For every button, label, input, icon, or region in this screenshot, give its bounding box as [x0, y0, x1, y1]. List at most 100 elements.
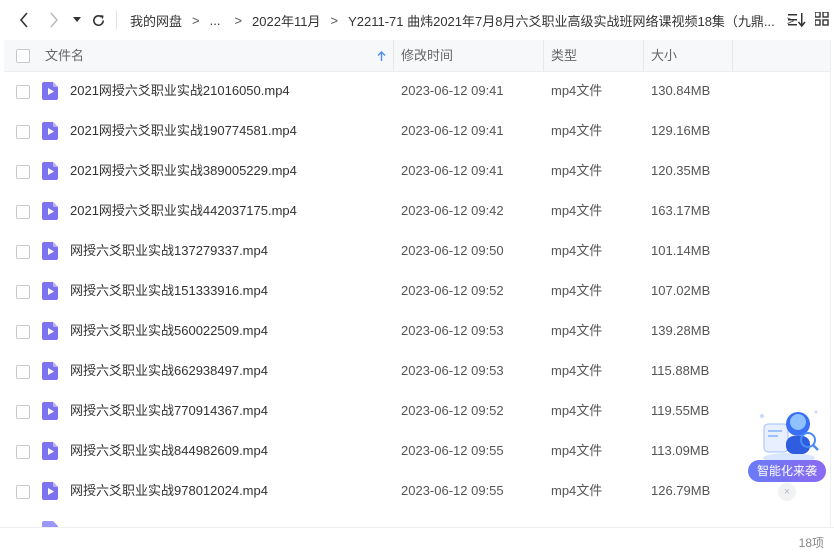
file-size: 120.35MB	[651, 163, 711, 178]
file-size: 101.14MB	[651, 243, 711, 258]
file-type: mp4文件	[551, 363, 603, 378]
row-checkbox[interactable]	[16, 245, 30, 259]
file-size: 107.02MB	[651, 283, 711, 298]
chevron-right-icon	[50, 12, 59, 28]
row-checkbox[interactable]	[16, 365, 30, 379]
file-size: 129.16MB	[651, 123, 711, 138]
file-type: mp4文件	[551, 163, 603, 178]
file-modified-time: 2023-06-12 09:41	[401, 83, 504, 98]
video-file-icon	[42, 402, 59, 420]
row-checkbox[interactable]	[16, 285, 30, 299]
breadcrumb-separator: >	[330, 12, 339, 28]
file-modified-time: 2023-06-12 09:53	[401, 323, 504, 338]
table-row[interactable]: 网授六爻职业实战978012024.mp4 2023-06-12 09:55 mp4…	[4, 471, 830, 511]
file-type: mp4文件	[551, 203, 603, 218]
row-checkbox[interactable]	[16, 445, 30, 459]
breadcrumb-item-current-folder[interactable]: Y2211-71 曲炜2021年7月8月六爻职业高级实战班网络课视频18集（九鼎…	[348, 11, 775, 30]
scrollbar-track[interactable]	[830, 40, 831, 527]
file-name[interactable]: 网授六爻职业实战662938497.mp4	[70, 351, 268, 391]
column-divider[interactable]	[732, 40, 733, 71]
breadcrumb-item-root[interactable]: 我的网盘	[130, 11, 182, 30]
assistant-close-button[interactable]: ×	[778, 483, 796, 501]
file-type: mp4文件	[551, 123, 603, 138]
smart-assistant-widget[interactable]: 智能化来袭 ×	[748, 402, 828, 502]
row-checkbox[interactable]	[16, 325, 30, 339]
file-name[interactable]: 2021网授六爻职业实战442037175.mp4	[70, 191, 297, 231]
video-file-icon	[42, 202, 59, 220]
file-size: 139.28MB	[651, 323, 711, 338]
file-size: 163.17MB	[651, 203, 711, 218]
video-file-icon	[42, 122, 59, 140]
breadcrumb-item-month[interactable]: 2022年11月	[252, 11, 320, 30]
table-row[interactable]: 网授六爻职业实战662938497.mp4 2023-06-12 09:53 mp4…	[4, 351, 830, 391]
history-dropdown-button[interactable]	[71, 10, 83, 30]
table-row[interactable]: 网授六爻职业实战151333916.mp4 2023-06-12 09:52 mp4…	[4, 271, 830, 311]
select-all-checkbox[interactable]	[16, 49, 30, 63]
table-row[interactable]: 2021网授六爻职业实战389005229.mp4 2023-06-12 09:4…	[4, 151, 830, 191]
table-row[interactable]: 2021网授六爻职业实战190774581.mp4 2023-06-12 09:4…	[4, 111, 830, 151]
column-header-modified[interactable]: 修改时间	[401, 40, 453, 71]
grid-view-button[interactable]	[814, 11, 829, 31]
table-row[interactable]: 网授六爻职业实战844982609.mp4 2023-06-12 09:55 mp4…	[4, 431, 830, 471]
file-size: 126.79MB	[651, 483, 711, 498]
video-file-icon	[42, 442, 59, 460]
file-name[interactable]: 网授六爻职业实战560022509.mp4	[70, 311, 268, 351]
file-name[interactable]: 网授六爻职业实战844982609.mp4	[70, 431, 268, 471]
row-checkbox[interactable]	[16, 485, 30, 499]
assistant-label[interactable]: 智能化来袭	[748, 460, 826, 482]
row-checkbox[interactable]	[16, 85, 30, 99]
file-modified-time: 2023-06-12 09:52	[401, 283, 504, 298]
sort-ascending-arrow-icon[interactable]	[377, 51, 386, 62]
row-checkbox[interactable]	[16, 405, 30, 419]
column-header-size[interactable]: 大小	[651, 40, 677, 71]
file-name[interactable]: 2021网授六爻职业实战190774581.mp4	[70, 111, 297, 151]
back-button[interactable]	[16, 10, 32, 30]
video-file-icon	[42, 282, 59, 300]
video-file-icon	[42, 482, 59, 500]
file-name[interactable]: 网授六爻职业实战978012024.mp4	[70, 471, 268, 511]
column-divider[interactable]	[543, 40, 544, 71]
toolbar-divider	[116, 10, 117, 30]
file-size: 113.09MB	[651, 443, 710, 458]
file-name[interactable]: 网授六爻职业实战151333916.mp4	[70, 271, 268, 311]
file-name[interactable]: 网授六爻职业实战137279337.mp4	[70, 231, 268, 271]
file-name[interactable]: 网授六爻职业实战770914367.mp4	[70, 391, 268, 431]
sort-button[interactable]	[788, 12, 806, 33]
file-name[interactable]: 2021网授六爻职业实战389005229.mp4	[70, 151, 297, 191]
table-row[interactable]: 网授六爻职业实战137279337.mp4 2023-06-12 09:50 mp4…	[4, 231, 830, 271]
file-size: 115.88MB	[651, 363, 710, 378]
table-row[interactable]: 网授六爻职业实战770914367.mp4 2023-06-12 09:52 mp4…	[4, 391, 830, 431]
file-size: 119.55MB	[651, 403, 710, 418]
table-row[interactable]: 2021网授六爻职业实战21016050.mp4 2023-06-12 09:41…	[4, 71, 830, 111]
column-divider[interactable]	[393, 40, 394, 71]
file-type: mp4文件	[551, 83, 603, 98]
file-modified-time: 2023-06-12 09:42	[401, 203, 504, 218]
item-count: 18项	[798, 536, 824, 550]
table-row[interactable]: 网授六爻职业实战560022509.mp4 2023-06-12 09:53 mp4…	[4, 311, 830, 351]
refresh-button[interactable]	[89, 10, 107, 30]
grid-view-icon	[814, 11, 829, 26]
column-header-type[interactable]: 类型	[551, 40, 577, 71]
breadcrumb-separator: >	[192, 12, 200, 28]
sort-list-icon	[788, 13, 806, 28]
file-size: 130.84MB	[651, 83, 711, 98]
status-bar: 18项	[0, 527, 834, 557]
file-type: mp4文件	[551, 483, 603, 498]
robot-assistant-icon	[760, 410, 819, 463]
row-checkbox[interactable]	[16, 205, 30, 219]
table-row[interactable]: 2021网授六爻职业实战442037175.mp4 2023-06-12 09:4…	[4, 191, 830, 231]
video-file-icon	[42, 322, 59, 340]
breadcrumb-item-ellipsis[interactable]: ...	[210, 13, 221, 28]
row-checkbox[interactable]	[16, 125, 30, 139]
column-header-name[interactable]: 文件名	[45, 40, 84, 71]
column-divider[interactable]	[643, 40, 644, 71]
row-checkbox[interactable]	[16, 165, 30, 179]
file-modified-time: 2023-06-12 09:41	[401, 163, 504, 178]
caret-down-icon	[73, 17, 81, 22]
chevron-left-icon	[19, 12, 28, 28]
file-name[interactable]: 2021网授六爻职业实战21016050.mp4	[70, 71, 290, 111]
forward-button[interactable]	[46, 10, 62, 30]
file-type: mp4文件	[551, 403, 603, 418]
top-navigation-bar: 我的网盘 > ... > 2022年11月 > Y2211-71 曲炜2021年…	[0, 0, 834, 40]
file-type: mp4文件	[551, 243, 603, 258]
